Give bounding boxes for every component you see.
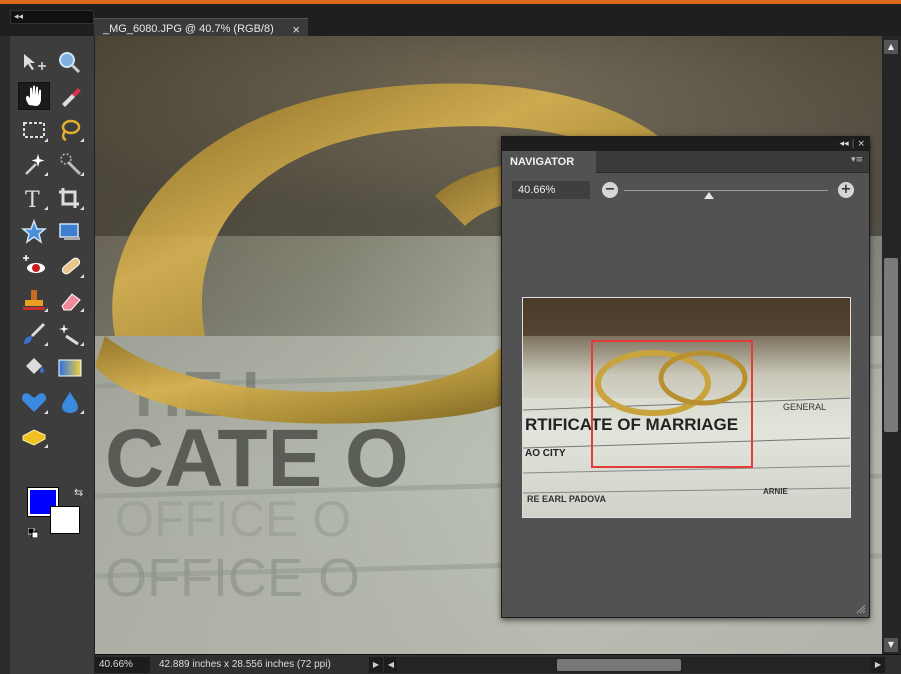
navigator-collapse-icon[interactable]: ◂◂ [840,139,849,149]
tools-panel: T ⇆ [10,36,95,674]
status-bar: 40.66% 42.889 inches x 28.556 inches (72… [95,654,901,674]
scroll-down-arrow-icon[interactable]: ▼ [884,638,898,652]
scroll-right-arrow-icon[interactable]: ▶ [871,657,885,673]
navigator-panel: ◂◂ | × NAVIGATOR ▾≡ 40.66% − + RTIFICATE… [501,136,870,618]
magic-wand-tool-icon[interactable] [18,150,50,178]
type-tool-icon[interactable]: T [18,184,50,213]
navigator-close-icon[interactable]: × [857,139,865,149]
status-zoom-field[interactable]: 40.66% [95,657,150,673]
healing-brush-tool-icon[interactable] [54,252,86,280]
thumb-text-general: GENERAL [783,402,826,412]
straighten-tool-icon[interactable] [54,218,86,246]
navigator-tab-row: NAVIGATOR ▾≡ [502,151,869,173]
navigator-controls: ◂◂ | × [839,139,865,149]
lasso-tool-icon[interactable] [54,116,86,144]
brush-tool-icon[interactable] [18,320,50,348]
panel-menu-icon[interactable]: ▾≡ [851,155,863,165]
move-tool-icon[interactable] [18,48,50,76]
svg-text:T: T [25,188,40,212]
cookie-cutter-tool-icon[interactable] [18,218,50,246]
marquee-tool-icon[interactable] [18,116,50,144]
zoom-out-icon[interactable]: − [602,182,618,198]
scroll-left-arrow-icon[interactable]: ◀ [384,657,398,673]
thumb-text-arnie: ARNIE [763,487,789,496]
zoom-slider-thumb[interactable] [704,192,714,199]
status-document-info: 42.889 inches x 28.556 inches (72 ppi) [159,659,331,670]
horizontal-scrollbar[interactable] [397,657,885,673]
custom-shape-tool-icon[interactable] [18,388,50,416]
hand-tool-icon[interactable] [18,82,50,110]
paint-bucket-tool-icon[interactable] [18,354,50,382]
red-eye-tool-icon[interactable] [18,252,50,280]
photo-text-office-1: OFFICE O [115,491,351,547]
color-swatches: ⇆ [27,486,88,546]
top-bar: ◂◂ _MG_6080.JPG @ 40.7% (RGB/8) × [0,4,901,40]
document-tab-title: _MG_6080.JPG @ 40.7% (RGB/8) [103,23,274,35]
quick-selection-tool-icon[interactable] [54,150,86,178]
zoom-in-icon[interactable]: + [838,182,854,198]
thumb-text-city: AO CITY [525,448,566,459]
photoshop-elements-window: ◂◂ _MG_6080.JPG @ 40.7% (RGB/8) × T ⇆ CA… [0,0,901,674]
eyedropper-tool-icon[interactable] [54,82,86,110]
zoom-tool-icon[interactable] [54,48,86,76]
smart-brush-tool-icon[interactable] [54,320,86,348]
navigator-zoom-input[interactable]: 40.66% [512,181,590,199]
navigator-thumbnail[interactable]: RTIFICATE OF MARRIAGE GENERAL AO CITY RE… [522,297,851,518]
blur-tool-icon[interactable] [54,388,86,416]
photo-text-office-2: OFFICE O [105,548,360,608]
background-color-swatch[interactable] [50,506,80,534]
toolbar-collapse-button[interactable]: ◂◂ [10,10,94,24]
default-colors-icon[interactable] [28,528,38,538]
sponge-tool-icon[interactable] [18,422,50,450]
swap-colors-icon[interactable]: ⇆ [74,486,83,499]
zoom-slider-track[interactable] [624,190,828,191]
horizontal-scroll-thumb[interactable] [557,659,681,671]
navigator-view-rectangle[interactable] [591,340,753,468]
resize-grip-icon[interactable] [856,604,866,614]
eraser-tool-icon[interactable] [54,286,86,314]
scroll-up-arrow-icon[interactable]: ▲ [884,40,898,54]
thumb-text-name: RE EARL PADOVA [527,494,607,504]
status-menu-arrow-icon[interactable]: ▶ [369,657,383,673]
vertical-scroll-thumb[interactable] [884,258,898,432]
crop-tool-icon[interactable] [54,184,86,212]
vertical-scrollbar[interactable]: ▲ ▼ [882,36,901,656]
clone-stamp-tool-icon[interactable] [18,286,50,314]
navigator-titlebar[interactable]: ◂◂ | × [502,137,869,151]
tab-navigator[interactable]: NAVIGATOR [502,151,596,173]
gradient-tool-icon[interactable] [54,354,86,382]
